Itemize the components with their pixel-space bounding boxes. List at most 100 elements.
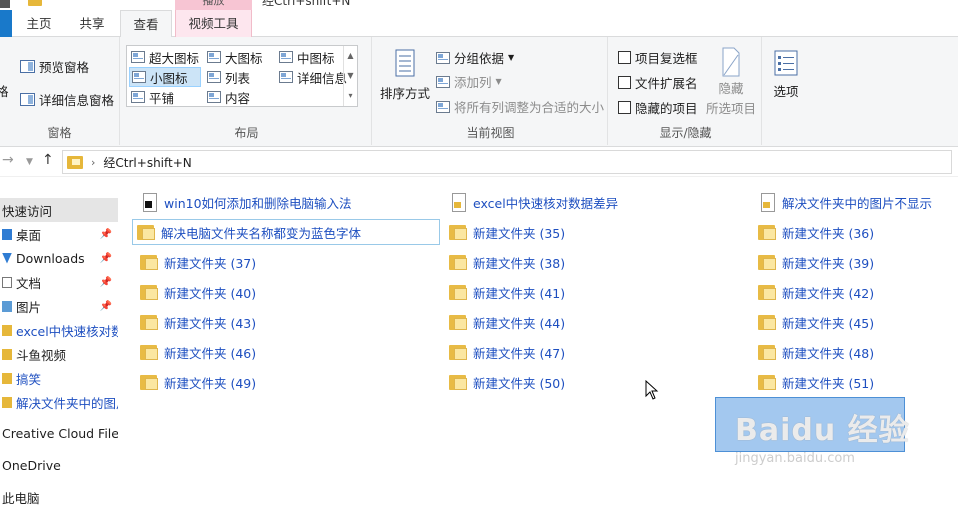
details-pane-button[interactable]: 详细信息窗格 [20, 90, 114, 109]
folder-icon [449, 252, 467, 272]
pin-icon[interactable]: 📌 [100, 301, 112, 312]
list-item[interactable]: 新建文件夹 (45) [754, 309, 874, 335]
layout-tiles[interactable]: 平铺 [129, 87, 176, 107]
pin-icon[interactable]: 📌 [100, 253, 112, 264]
sidebar-item-onedrive[interactable]: OneDrive [0, 453, 118, 477]
file-name: 新建文件夹 (41) [473, 285, 566, 301]
list-item[interactable]: 新建文件夹 (49) [136, 369, 256, 395]
scroll-down-icon[interactable]: ▼ [344, 66, 357, 86]
sidebar-item-pictures[interactable]: 图片 📌 [0, 294, 118, 318]
list-item[interactable]: 新建文件夹 (36) [754, 219, 874, 245]
sort-by-button[interactable]: 排序方式 [380, 47, 430, 102]
up-icon[interactable]: ↑ [42, 152, 54, 168]
expand-gallery-icon[interactable]: ▾ [344, 86, 357, 106]
tab-view[interactable]: 查看 [120, 10, 172, 38]
list-item[interactable]: 新建文件夹 (47) [445, 339, 565, 365]
group-by-button[interactable]: 分组依据 ▼ [436, 48, 514, 67]
window-menu-icon[interactable] [0, 0, 10, 8]
pin-icon[interactable]: 📌 [100, 277, 112, 288]
list-item[interactable]: 解决电脑文件夹名称都变为蓝色字体 [132, 219, 440, 245]
sidebar-item-funny[interactable]: 搞笑 [0, 366, 118, 390]
address-input[interactable]: › 经Ctrl+shift+N [62, 150, 952, 174]
sidebar-item-creative-cloud[interactable]: Creative Cloud Files [0, 421, 118, 445]
list-item[interactable]: win10如何添加和删除电脑输入法 [136, 189, 352, 215]
navigation-pane: 快速访问 桌面 📌 Downloads 📌 文档 📌 图片 📌 excel中快速… [0, 192, 118, 510]
list-item[interactable]: 新建文件夹 (43) [136, 309, 256, 335]
sidebar-item-this-pc[interactable]: 此电脑 [0, 485, 118, 509]
sidebar-item-documents[interactable]: 文档 📌 [0, 270, 118, 294]
folder-icon [140, 252, 158, 272]
sidebar-item-excel[interactable]: excel中快速核对数据差异 [0, 318, 118, 342]
window-title: 经Ctrl+shift+N [262, 0, 351, 8]
document-icon [449, 192, 467, 212]
list-item[interactable]: 新建文件夹 (40) [136, 279, 256, 305]
list-item[interactable]: 新建文件夹 (44) [445, 309, 565, 335]
folder-icon [758, 252, 776, 272]
folder-icon [758, 372, 776, 392]
list-item[interactable]: 新建文件夹 (39) [754, 249, 874, 275]
item-checkboxes-toggle[interactable]: 项目复选框 [618, 48, 698, 67]
list-item[interactable]: 新建文件夹 (38) [445, 249, 565, 275]
tab-file[interactable] [0, 10, 12, 37]
tiles-icon [131, 91, 145, 103]
hidden-items-toggle[interactable]: 隐藏的项目 [618, 98, 698, 117]
checkbox-icon[interactable] [618, 101, 631, 114]
list-item[interactable]: 解决文件夹中的图片不显示 [754, 189, 932, 215]
layout-details[interactable]: 详细信息 [277, 67, 349, 87]
sort-by-label: 排序方式 [380, 86, 431, 101]
file-extensions-toggle[interactable]: 文件扩展名 [618, 73, 698, 92]
tab-video-tools[interactable]: 视频工具 [175, 10, 252, 37]
pin-icon[interactable]: 📌 [100, 229, 112, 240]
preview-pane-label: 预览窗格 [39, 60, 90, 75]
recent-locations-icon[interactable]: ▼ [26, 157, 33, 167]
folder-icon [137, 222, 155, 242]
tab-home[interactable]: 主页 [16, 10, 62, 37]
list-item[interactable]: 新建文件夹 (50) [445, 369, 565, 395]
layout-extra-large-icons[interactable]: 超大图标 [129, 47, 201, 67]
checkbox-icon[interactable] [618, 51, 631, 64]
list-item[interactable]: excel中快速核对数据差异 [445, 189, 618, 215]
tab-share[interactable]: 共享 [66, 10, 118, 37]
list-item[interactable]: 新建文件夹 (48) [754, 339, 874, 365]
panes-group-label: 窗格 [47, 126, 72, 140]
current-view-group: 排序方式 分组依据 ▼ 添加列 ▼ 将所有列调整为合适的大小 当前视图 [374, 37, 608, 145]
sidebar-item-images-fix[interactable]: 解决文件夹中的图片不显示 [0, 390, 118, 414]
forward-icon[interactable]: → [2, 152, 14, 168]
sidebar-item-label: Downloads [16, 250, 85, 266]
breadcrumb-chevron-icon[interactable]: › [91, 156, 95, 169]
sidebar-item-downloads[interactable]: Downloads 📌 [0, 246, 118, 270]
item-checkboxes-label: 项目复选框 [635, 51, 698, 66]
options-button[interactable]: 选项 [772, 49, 800, 100]
quick-access-label: 快速访问 [2, 203, 53, 219]
watermark-sub: jingyan.baidu.com [735, 451, 855, 466]
layout-large-icons[interactable]: 大图标 [205, 47, 265, 67]
sidebar-item-desktop[interactable]: 桌面 📌 [0, 222, 118, 246]
fit-columns-button[interactable]: 将所有列调整为合适的大小 [436, 97, 604, 116]
navigation-pane-button[interactable]: 格 [0, 81, 9, 100]
checkbox-icon[interactable] [618, 76, 631, 89]
list-item[interactable]: 新建文件夹 (46) [136, 339, 256, 365]
scroll-up-icon[interactable]: ▲ [344, 46, 357, 66]
file-name: 新建文件夹 (40) [164, 285, 257, 301]
hide-selected-button[interactable]: 隐藏 所选项目 [706, 47, 756, 117]
breadcrumb-current[interactable]: 经Ctrl+shift+N [103, 154, 191, 171]
sidebar-item-label: Creative Cloud Files [2, 425, 118, 441]
layout-small-icons[interactable]: 小图标 [129, 67, 201, 87]
sidebar-item-douyu[interactable]: 斗鱼视频 [0, 342, 118, 366]
hide-selected-sublabel: 所选项目 [706, 101, 757, 116]
layout-medium-icons[interactable]: 中图标 [277, 47, 337, 67]
preview-pane-button[interactable]: 预览窗格 [20, 57, 89, 76]
list-item[interactable]: 新建文件夹 (37) [136, 249, 256, 275]
list-item[interactable]: 新建文件夹 (41) [445, 279, 565, 305]
sidebar-item-label: 解决文件夹中的图片不显示 [16, 395, 118, 411]
list-item[interactable]: 新建文件夹 (42) [754, 279, 874, 305]
folder-icon [2, 348, 12, 360]
list-item[interactable]: 新建文件夹 (35) [445, 219, 565, 245]
quick-access[interactable]: 快速访问 [0, 198, 118, 222]
layout-list[interactable]: 列表 [205, 67, 252, 87]
layout-content[interactable]: 内容 [205, 87, 252, 107]
list-item[interactable]: 新建文件夹 (51) [754, 369, 874, 395]
layout-gallery-scroller[interactable]: ▲ ▼ ▾ [343, 46, 357, 106]
add-columns-button[interactable]: 添加列 ▼ [436, 72, 502, 91]
file-name: win10如何添加和删除电脑输入法 [164, 195, 352, 211]
